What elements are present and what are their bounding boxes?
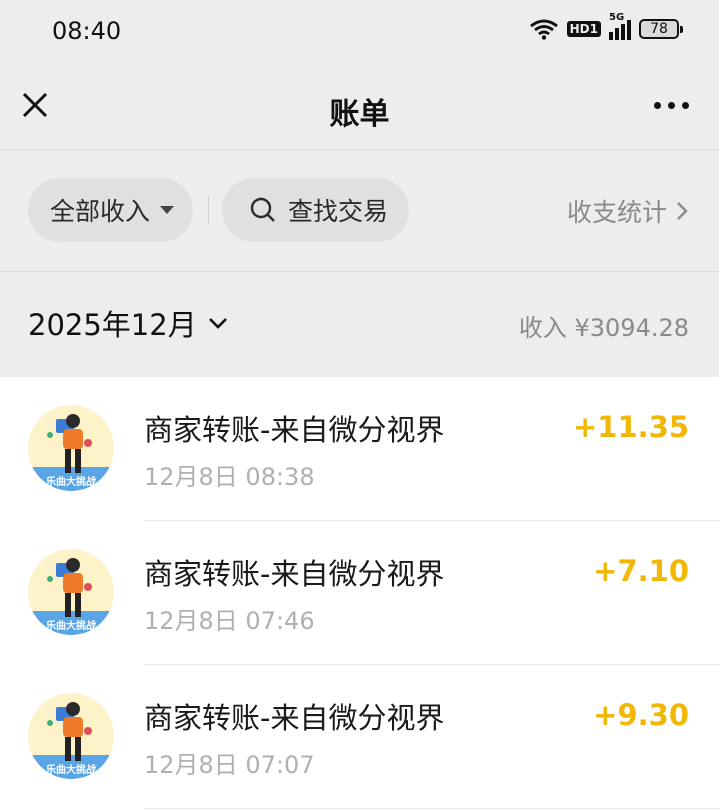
- network-type: 5G: [609, 12, 625, 23]
- transaction-date: 12月8日 07:07: [144, 751, 315, 779]
- transaction-date: 12月8日 08:38: [144, 463, 315, 491]
- filter-divider: [208, 196, 209, 224]
- merchant-avatar: 乐曲大挑战: [28, 405, 114, 491]
- more-icon[interactable]: [654, 102, 689, 109]
- stats-link[interactable]: 收支统计: [567, 193, 689, 229]
- page-title: 账单: [329, 97, 390, 132]
- month-bar: 2025年12月 收入 ¥3094.28: [0, 272, 719, 377]
- merchant-avatar: 乐曲大挑战: [28, 549, 114, 635]
- status-bar: 08:40 HD1 5G 78: [0, 0, 719, 62]
- search-transactions-button[interactable]: 查找交易: [222, 178, 409, 242]
- transaction-list: 乐曲大挑战 商家转账-来自微分视界 12月8日 08:38 +11.35 乐曲大…: [0, 377, 719, 810]
- stats-label: 收支统计: [566, 198, 667, 227]
- chevron-right-icon: [677, 202, 688, 220]
- status-icons: HD1 5G 78: [529, 12, 683, 40]
- month-label: 2025年12月: [28, 308, 197, 342]
- signal-icon: 5G: [609, 12, 631, 40]
- transaction-row[interactable]: 乐曲大挑战 商家转账-来自微分视界 12月8日 07:07 +9.30: [0, 665, 719, 809]
- month-income-summary: 收入 ¥3094.28: [519, 308, 689, 343]
- nav-bar: 账单: [0, 62, 719, 150]
- transaction-row[interactable]: 乐曲大挑战 商家转账-来自微分视界 12月8日 08:38 +11.35: [0, 377, 719, 521]
- wifi-icon: [529, 19, 558, 40]
- search-icon: [250, 197, 275, 222]
- month-picker[interactable]: 2025年12月: [28, 302, 229, 344]
- income-filter-dropdown[interactable]: 全部收入: [28, 178, 193, 242]
- transaction-amount: +7.10: [593, 554, 689, 588]
- transaction-title: 商家转账-来自微分视界: [144, 557, 445, 591]
- nav-divider: [0, 149, 719, 150]
- transaction-row[interactable]: 乐曲大挑战 商家转账-来自微分视界 12月8日 07:46 +7.10: [0, 521, 719, 665]
- hd-icon: HD1: [566, 21, 601, 37]
- merchant-avatar: 乐曲大挑战: [28, 693, 114, 779]
- avatar-caption: 乐曲大挑战: [46, 619, 96, 632]
- transaction-title: 商家转账-来自微分视界: [144, 701, 445, 735]
- income-filter-label: 全部收入: [50, 197, 151, 226]
- status-time: 08:40: [52, 17, 122, 45]
- transaction-amount: +9.30: [593, 698, 689, 732]
- chevron-down-icon: [208, 318, 227, 329]
- transaction-amount: +11.35: [572, 410, 689, 444]
- search-label: 查找交易: [288, 197, 389, 226]
- caret-down-icon: [160, 206, 175, 214]
- transaction-date: 12月8日 07:46: [144, 607, 315, 635]
- summary-label: 收入: [518, 314, 567, 342]
- avatar-caption: 乐曲大挑战: [46, 763, 96, 776]
- row-divider: [144, 808, 719, 809]
- summary-amount: ¥3094.28: [574, 314, 689, 342]
- transaction-title: 商家转账-来自微分视界: [144, 413, 445, 447]
- avatar-caption: 乐曲大挑战: [46, 475, 96, 488]
- battery-icon: 78: [639, 19, 683, 39]
